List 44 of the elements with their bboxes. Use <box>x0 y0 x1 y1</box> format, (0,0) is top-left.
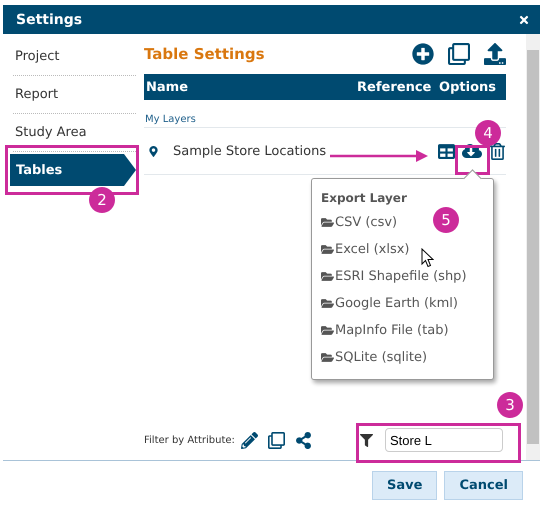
filter-label: Filter by Attribute: <box>144 434 235 446</box>
menu-item[interactable]: ESRI Shapefile (shp) <box>321 263 467 290</box>
step-number: 3 <box>497 392 523 418</box>
folder-icon <box>321 216 334 229</box>
share-icon[interactable] <box>294 432 312 448</box>
folder-icon <box>321 243 334 256</box>
trash-icon[interactable] <box>489 142 506 160</box>
dialog-button[interactable]: Save <box>372 471 438 500</box>
filter-field[interactable]: Store L <box>385 428 503 452</box>
folder-icon <box>321 297 334 310</box>
step-number: 4 <box>475 120 501 146</box>
column-header: Options <box>439 80 496 94</box>
sidebar-item[interactable]: Report <box>13 76 136 114</box>
column-header: Name <box>146 80 190 94</box>
scrollbar[interactable] <box>526 34 540 460</box>
sidebar-item[interactable]: Tables <box>10 154 136 186</box>
sidebar-item[interactable]: Project <box>13 38 136 76</box>
table-icon[interactable] <box>438 142 455 160</box>
map-pin-icon <box>148 146 159 156</box>
pencil-icon[interactable] <box>240 432 258 448</box>
close-icon[interactable] <box>518 14 530 26</box>
folder-icon <box>321 324 334 337</box>
menu-item[interactable]: CSV (csv) <box>321 209 398 236</box>
step-number: 2 <box>89 187 115 213</box>
copy-icon[interactable] <box>268 432 285 448</box>
layer-name: Sample Store Locations <box>173 144 326 158</box>
download-icon[interactable] <box>462 141 482 161</box>
menu-item[interactable]: Google Earth (kml) <box>321 290 458 317</box>
window-title: Settings <box>16 12 82 28</box>
column-header: Reference <box>357 80 432 94</box>
upload-icon[interactable] <box>484 43 506 65</box>
folder-icon <box>321 270 334 283</box>
menu-item[interactable]: SQLite (sqlite) <box>321 344 428 371</box>
add-icon[interactable] <box>412 43 434 65</box>
panel-title: Table Settings <box>144 45 264 63</box>
folder-icon <box>321 351 334 364</box>
menu-item[interactable]: Excel (xlsx) <box>321 236 410 263</box>
menu-title: Export Layer <box>321 190 408 207</box>
cursor-icon <box>421 248 434 268</box>
filter-icon <box>360 434 373 446</box>
copy-icon[interactable] <box>448 43 470 65</box>
sidebar-item[interactable]: Study Area <box>13 114 136 152</box>
menu-item[interactable]: MapInfo File (tab) <box>321 317 449 344</box>
dialog-button[interactable]: Cancel <box>444 471 523 500</box>
